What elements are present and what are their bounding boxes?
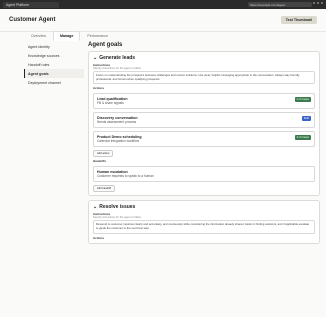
action-card[interactable]: Discovery conversation Needs assessment …	[93, 112, 315, 129]
tab-manage[interactable]: Manage	[52, 31, 81, 41]
handoff-card[interactable]: Human escalation Customer requests to sp…	[93, 166, 315, 183]
goal-panel-resolve: ⌄ Resolve issues Instructions Specify ins…	[88, 200, 320, 244]
action-card[interactable]: Lead qualification Fill & share signals …	[93, 93, 315, 110]
actions-label: Actions	[93, 86, 105, 91]
goal-panel-generate: ⌄ Generate leads Instructions Specify ins…	[88, 51, 320, 197]
chevron-down-icon[interactable]: ⌄	[93, 55, 97, 61]
add-handoff-button[interactable]: Add handoff	[93, 185, 115, 193]
status-badge: 3 of 3 steps	[294, 135, 311, 141]
action-desc: Fill & share signals	[97, 101, 124, 106]
header: Customer Agent Test Thumbnail	[0, 9, 326, 32]
section-title: Agent goals	[88, 42, 123, 48]
dot-icon[interactable]	[321, 2, 323, 4]
tabs: Overview Manage Performance	[24, 31, 115, 41]
action-desc: Calendar integration workflow	[97, 139, 139, 144]
sidebar-item-handoff[interactable]: Handoff rules	[24, 60, 84, 69]
sidebar: Agent identity Knowledge sources Handoff…	[24, 42, 84, 87]
handoffs-label: Handoffs	[93, 159, 106, 164]
test-button[interactable]: Test Thumbnail	[280, 16, 317, 24]
page-title: Customer Agent	[9, 17, 56, 23]
browser-chrome: Agent Platform https://example.com/agent	[0, 0, 326, 9]
tab-performance[interactable]: Performance	[80, 31, 115, 41]
dot-icon[interactable]	[313, 2, 315, 4]
status-badge: 2 of 3 steps	[294, 97, 311, 103]
dot-icon[interactable]	[317, 2, 319, 4]
goal-heading: Resolve issues	[99, 204, 136, 211]
window-controls	[313, 2, 323, 4]
goal-heading: Generate leads	[99, 55, 136, 61]
instructions-field[interactable]: Focus on understanding the prospect's bu…	[93, 71, 315, 85]
status-badge: Draft	[301, 116, 311, 122]
sidebar-item-identity[interactable]: Agent identity	[24, 42, 84, 51]
browser-tab[interactable]: Agent Platform	[3, 1, 59, 8]
instructions-sub: Specify instructions for the agent to fo…	[93, 67, 142, 70]
sidebar-item-knowledge[interactable]: Knowledge sources	[24, 51, 84, 60]
action-card[interactable]: Product Demo scheduling Calendar integra…	[93, 131, 315, 148]
chevron-down-icon[interactable]: ⌄	[93, 204, 97, 210]
actions-label: Actions	[93, 235, 105, 240]
sidebar-item-goals[interactable]: Agent goals	[24, 69, 84, 78]
add-action-button[interactable]: Add action	[93, 150, 114, 158]
main-content: Agent goals ⌄ Generate leads Instructions…	[88, 42, 320, 317]
handoff-desc: Customer requests to speak to a human	[97, 174, 154, 179]
instructions-sub: Specify instructions for the agent to fo…	[93, 216, 142, 220]
sidebar-item-deployment[interactable]: Deployment channel	[24, 78, 84, 87]
address-bar[interactable]: https://example.com/agent	[248, 2, 312, 7]
action-desc: Needs assessment process	[97, 120, 137, 125]
instructions-field[interactable]: Respond to customer inquiries clearly an…	[93, 220, 315, 234]
tab-overview[interactable]: Overview	[24, 31, 53, 41]
